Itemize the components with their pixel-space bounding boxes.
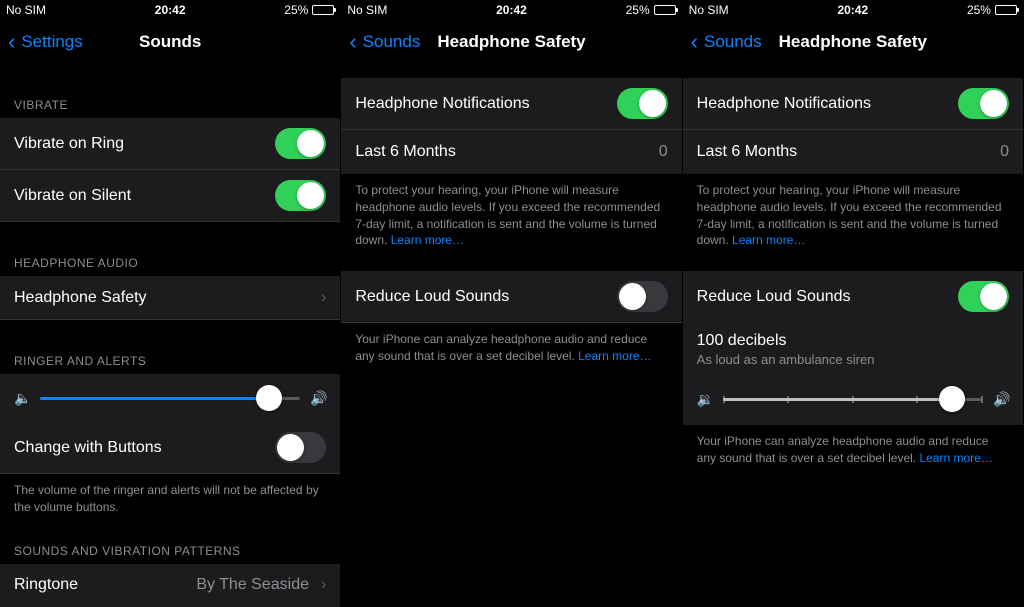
status-carrier: No SIM — [347, 3, 456, 17]
toggle-change-with-buttons[interactable] — [275, 432, 326, 463]
status-time: 20:42 — [457, 3, 566, 17]
learn-more-link[interactable]: Learn more… — [391, 233, 464, 247]
value: 0 — [1000, 143, 1009, 161]
status-carrier: No SIM — [689, 3, 798, 17]
cell-ringtone[interactable]: Ringtone By The Seaside › — [0, 564, 340, 607]
back-button[interactable]: ‹ Settings — [8, 31, 83, 53]
cell-headphone-notifications: Headphone Notifications — [683, 78, 1023, 130]
toggle-headphone-notifications[interactable] — [958, 88, 1009, 119]
battery-pct: 25% — [967, 3, 991, 17]
status-time: 20:42 — [115, 3, 224, 17]
battery-icon — [312, 5, 334, 15]
speaker-high-icon: 🔊 — [993, 391, 1009, 408]
screen-headphone-safety-on: No SIM 20:42 25% ‹ Sounds Headphone Safe… — [683, 0, 1024, 607]
cell-reduce-loud-sounds: Reduce Loud Sounds — [341, 271, 681, 323]
battery-icon — [995, 5, 1017, 15]
section-sounds-header: SOUNDS AND VIBRATION PATTERNS — [0, 538, 340, 564]
chevron-right-icon: › — [321, 289, 326, 307]
value: 0 — [659, 143, 668, 161]
reduce-footer: Your iPhone can analyze headphone audio … — [341, 323, 681, 373]
toggle-vibrate-ring[interactable] — [275, 128, 326, 159]
reduce-footer: Your iPhone can analyze headphone audio … — [683, 425, 1023, 475]
toggle-vibrate-silent[interactable] — [275, 180, 326, 211]
ringer-slider[interactable] — [40, 397, 300, 400]
nav-bar: ‹ Sounds Headphone Safety — [341, 20, 681, 64]
label: Change with Buttons — [14, 439, 162, 457]
label: Vibrate on Ring — [14, 135, 124, 153]
status-battery: 25% — [566, 3, 675, 17]
back-label: Settings — [21, 32, 82, 52]
chevron-right-icon: › — [321, 576, 326, 594]
status-time: 20:42 — [798, 3, 907, 17]
label: Headphone Notifications — [355, 95, 529, 113]
cell-last-6-months[interactable]: Last 6 Months 0 — [341, 130, 681, 174]
status-bar: No SIM 20:42 25% — [683, 0, 1023, 20]
decibels-label: 100 decibels — [683, 322, 1023, 352]
chevron-left-icon: ‹ — [8, 31, 15, 53]
label: Reduce Loud Sounds — [697, 288, 851, 306]
hearing-footer: To protect your hearing, your iPhone wil… — [341, 174, 681, 257]
screen-headphone-safety-off: No SIM 20:42 25% ‹ Sounds Headphone Safe… — [341, 0, 682, 607]
toggle-reduce-loud-sounds[interactable] — [617, 281, 668, 312]
section-headphone-header: HEADPHONE AUDIO — [0, 250, 340, 276]
cell-vibrate-silent: Vibrate on Silent — [0, 170, 340, 222]
toggle-headphone-notifications[interactable] — [617, 88, 668, 119]
battery-icon — [654, 5, 676, 15]
learn-more-link[interactable]: Learn more… — [578, 349, 651, 363]
cell-vibrate-ring: Vibrate on Ring — [0, 118, 340, 170]
decibels-subtitle: As loud as an ambulance siren — [683, 352, 1023, 377]
speaker-low-icon: 🔉 — [697, 391, 713, 408]
back-label: Sounds — [363, 32, 421, 52]
learn-more-link[interactable]: Learn more… — [919, 451, 992, 465]
back-button[interactable]: ‹ Sounds — [349, 31, 420, 53]
status-carrier: No SIM — [6, 3, 115, 17]
battery-pct: 25% — [284, 3, 308, 17]
cell-last-6-months[interactable]: Last 6 Months 0 — [683, 130, 1023, 174]
chevron-left-icon: ‹ — [349, 31, 356, 53]
label: Last 6 Months — [355, 143, 456, 161]
learn-more-link[interactable]: Learn more… — [732, 233, 805, 247]
label: Reduce Loud Sounds — [355, 288, 509, 306]
status-bar: No SIM 20:42 25% — [341, 0, 681, 20]
cell-headphone-notifications: Headphone Notifications — [341, 78, 681, 130]
chevron-left-icon: ‹ — [691, 31, 698, 53]
label: Last 6 Months — [697, 143, 798, 161]
speaker-high-icon: 🔊 — [310, 390, 326, 407]
ringer-slider-cell: 🔈 🔊 — [0, 374, 340, 422]
value: By The Seaside — [196, 576, 315, 594]
cell-headphone-safety[interactable]: Headphone Safety › — [0, 276, 340, 320]
decibel-slider-cell: 🔉 🔊 — [683, 377, 1023, 425]
label: Headphone Safety — [14, 289, 147, 307]
status-bar: No SIM 20:42 25% — [0, 0, 340, 20]
back-label: Sounds — [704, 32, 762, 52]
toggle-reduce-loud-sounds[interactable] — [958, 281, 1009, 312]
nav-bar: ‹ Sounds Headphone Safety — [683, 20, 1023, 64]
cell-change-with-buttons: Change with Buttons — [0, 422, 340, 474]
label: Headphone Notifications — [697, 95, 871, 113]
section-ringer-header: RINGER AND ALERTS — [0, 348, 340, 374]
cell-reduce-loud-sounds: Reduce Loud Sounds — [683, 271, 1023, 322]
ringer-footer: The volume of the ringer and alerts will… — [0, 474, 340, 524]
section-vibrate-header: VIBRATE — [0, 92, 340, 118]
hearing-footer: To protect your hearing, your iPhone wil… — [683, 174, 1023, 257]
status-battery: 25% — [908, 3, 1017, 17]
speaker-low-icon: 🔈 — [14, 390, 30, 407]
status-battery: 25% — [225, 3, 334, 17]
screen-sounds: No SIM 20:42 25% ‹ Settings Sounds VIBRA… — [0, 0, 341, 607]
label: Vibrate on Silent — [14, 187, 131, 205]
label: Ringtone — [14, 576, 78, 594]
battery-pct: 25% — [626, 3, 650, 17]
back-button[interactable]: ‹ Sounds — [691, 31, 762, 53]
nav-bar: ‹ Settings Sounds — [0, 20, 340, 64]
decibel-slider[interactable] — [723, 398, 983, 401]
